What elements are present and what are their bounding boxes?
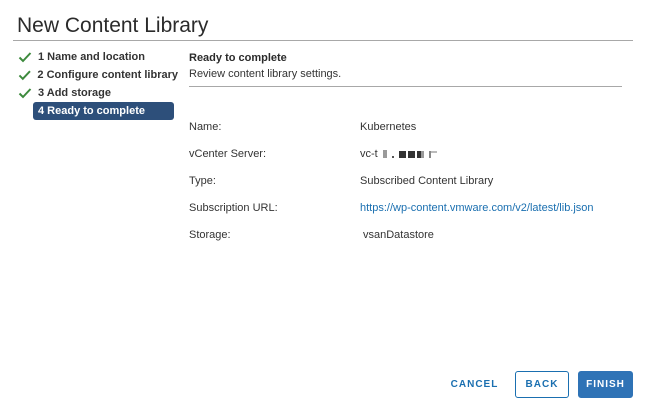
title-divider: [13, 40, 633, 41]
check-icon: [18, 52, 32, 63]
wizard-step-label: 4 Ready to complete: [38, 105, 145, 117]
wizard-step-ready-to-complete[interactable]: 4 Ready to complete: [33, 102, 174, 120]
content-divider: [189, 86, 622, 87]
dialog-footer: CANCEL BACK FINISH: [0, 371, 650, 398]
summary-row-vcenter-server: vCenter Server: vc-t: [189, 145, 629, 172]
wizard-step-label: 2 Configure content library: [37, 69, 178, 81]
wizard-step-add-storage[interactable]: 3 Add storage: [18, 84, 178, 102]
dialog-title: New Content Library: [17, 14, 209, 37]
new-content-library-dialog: New Content Library 1 Name and location …: [0, 0, 650, 415]
summary-row-type: Type: Subscribed Content Library: [189, 172, 629, 199]
summary-row-name: Name: Kubernetes: [189, 118, 629, 145]
settings-summary: Name: Kubernetes vCenter Server: vc-t Ty…: [189, 118, 629, 253]
subscription-url-label: Subscription URL:: [189, 202, 278, 214]
vcenter-server-label: vCenter Server:: [189, 148, 267, 160]
finish-button[interactable]: FINISH: [578, 371, 633, 398]
summary-row-storage: Storage: vsanDatastore: [189, 226, 629, 253]
name-value: Kubernetes: [360, 121, 417, 133]
vcenter-server-text: vc-t: [360, 148, 378, 160]
redacted-icon: [382, 150, 437, 159]
wizard-step-configure-content-library[interactable]: 2 Configure content library: [18, 66, 178, 84]
check-icon: [18, 88, 32, 99]
storage-value: vsanDatastore: [363, 229, 434, 241]
step-title: Ready to complete: [189, 52, 287, 64]
step-subtitle: Review content library settings.: [189, 68, 342, 80]
wizard-step-label: 1 Name and location: [38, 51, 145, 63]
storage-label: Storage:: [189, 229, 231, 241]
name-label: Name:: [189, 121, 222, 133]
check-icon: [18, 70, 31, 81]
back-button[interactable]: BACK: [515, 371, 569, 398]
wizard-steps: 1 Name and location 2 Configure content …: [18, 48, 178, 120]
summary-row-subscription-url: Subscription URL: https://wp-content.vmw…: [189, 199, 629, 226]
subscription-url-link[interactable]: https://wp-content.vmware.com/v2/latest/…: [360, 202, 594, 214]
cancel-button[interactable]: CANCEL: [448, 371, 501, 398]
wizard-step-label: 3 Add storage: [38, 87, 111, 99]
type-value: Subscribed Content Library: [360, 175, 494, 187]
wizard-step-name-and-location[interactable]: 1 Name and location: [18, 48, 178, 66]
type-label: Type:: [189, 175, 216, 187]
step-content-header: Ready to complete Review content library…: [189, 52, 622, 82]
vcenter-server-value: vc-t: [360, 148, 439, 160]
